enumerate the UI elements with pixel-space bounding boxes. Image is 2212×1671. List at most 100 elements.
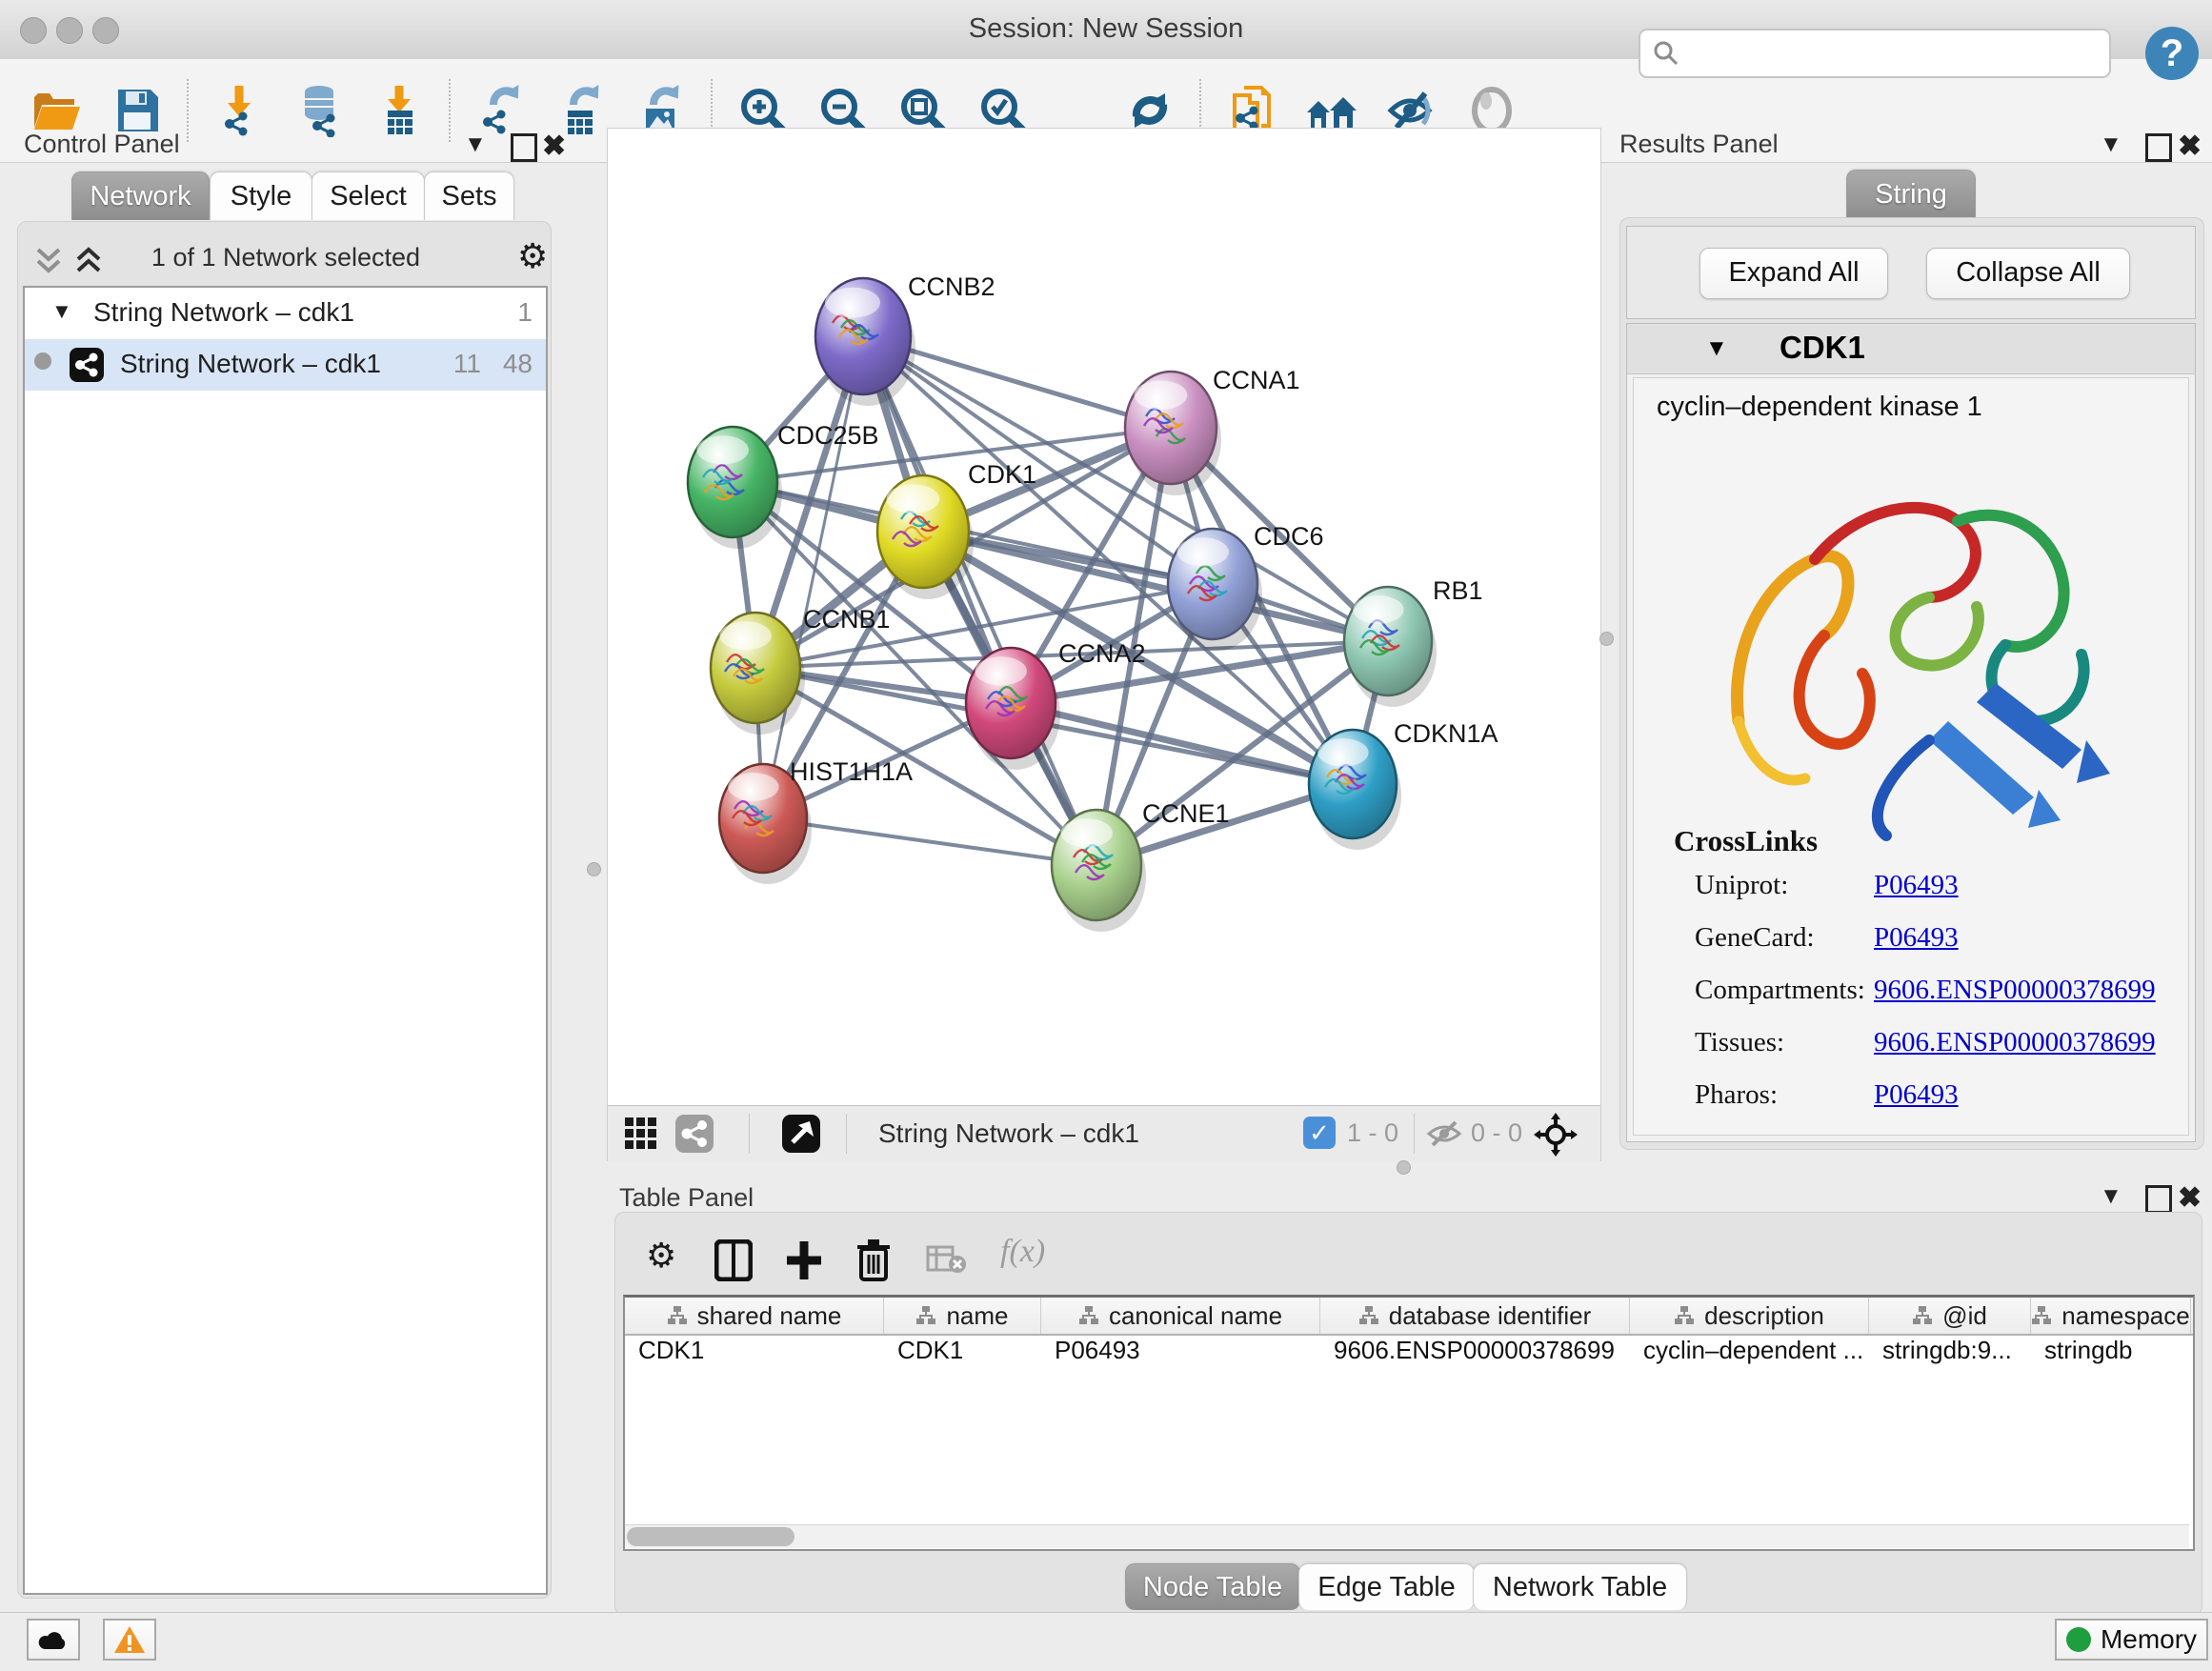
table-cell[interactable]: CDK1: [625, 1336, 884, 1365]
results-panel-close-icon[interactable]: ✖: [2178, 130, 2202, 163]
column-type-icon: [2031, 1305, 2052, 1326]
crosslinks-title: CrossLinks: [1674, 824, 1818, 858]
result-entry-header[interactable]: ▼ CDK1: [1627, 324, 2195, 374]
network-node-CDK1[interactable]: [877, 475, 974, 599]
delete-table-icon[interactable]: [926, 1245, 968, 1276]
column-header-id[interactable]: @id: [1869, 1298, 2031, 1334]
table-hscrollbar[interactable]: [625, 1524, 2189, 1548]
table-options-gear-icon[interactable]: ⚙: [646, 1236, 676, 1276]
table-cell[interactable]: cyclin–dependent ...: [1630, 1336, 1869, 1365]
network-canvas[interactable]: CCNB2CCNA1CDC25BCDK1CDC6RB1CCNB1CCNA2CDK…: [607, 128, 1601, 1161]
network-node-CDKN1A[interactable]: [1309, 730, 1401, 850]
crosslink-link[interactable]: 9606.ENSP00000378699: [1874, 975, 2156, 1006]
control-panel-close-icon[interactable]: ✖: [542, 130, 566, 163]
results-panel-collapse-icon[interactable]: ▼: [2100, 131, 2122, 158]
column-header-namespace[interactable]: namespace: [2031, 1298, 2191, 1334]
birdseye-grid-icon[interactable]: [623, 1116, 659, 1152]
column-header-name[interactable]: name: [884, 1298, 1041, 1334]
control-panel-float-icon[interactable]: [511, 133, 537, 167]
node-label-RB1: RB1: [1433, 576, 1483, 605]
tab-network-table[interactable]: Network Table: [1473, 1563, 1687, 1610]
network-collection-row[interactable]: ▼ String Network – cdk1 1: [25, 288, 546, 339]
warning-icon: [113, 1625, 146, 1654]
network-share-icon[interactable]: [674, 1114, 714, 1154]
table-cell[interactable]: CDK1: [884, 1336, 1041, 1365]
table-cell[interactable]: stringdb:9...: [1869, 1336, 2031, 1365]
tab-style[interactable]: Style: [210, 171, 312, 220]
network-options-gear-icon[interactable]: ⚙: [517, 236, 548, 276]
cloud-status-button[interactable]: [27, 1619, 80, 1661]
import-network-button[interactable]: [210, 81, 269, 140]
tab-sets[interactable]: Sets: [424, 171, 514, 220]
expand-all-networks-icon[interactable]: [72, 242, 105, 278]
right-splitter-handle[interactable]: [1599, 632, 1614, 646]
crosslink-link[interactable]: P06493: [1874, 922, 1959, 954]
collection-expand-icon[interactable]: ▼: [51, 299, 72, 324]
cloud-icon: [37, 1628, 70, 1651]
search-input[interactable]: [1680, 38, 2084, 70]
network-view-toolbar: String Network – cdk1 ✓ 1 - 0 0 - 0: [608, 1105, 1600, 1161]
crosslink-link[interactable]: 9606.ENSP00000378699: [1874, 1027, 2156, 1058]
network-row-selected[interactable]: String Network – cdk1 11 48: [25, 339, 546, 391]
import-database-icon: [292, 84, 346, 137]
entry-collapse-icon[interactable]: ▼: [1705, 335, 1728, 362]
table-cell[interactable]: stringdb: [2031, 1336, 2191, 1365]
results-panel-float-icon[interactable]: [2145, 133, 2172, 167]
crosslink-link[interactable]: P06493: [1874, 1079, 1959, 1111]
import-database-button[interactable]: [290, 81, 349, 140]
import-table-button[interactable]: [370, 81, 429, 140]
column-header-sharedname[interactable]: shared name: [625, 1298, 884, 1334]
table-panel-title: Table Panel: [619, 1183, 754, 1213]
table-panel-close-icon[interactable]: ✖: [2178, 1181, 2202, 1215]
search-box[interactable]: [1639, 29, 2111, 78]
hidden-eye-icon[interactable]: [1425, 1118, 1463, 1149]
collapse-all-networks-icon[interactable]: [32, 242, 65, 278]
node-label-CDC25B: CDC25B: [777, 421, 879, 450]
node-label-CCNB1: CCNB1: [803, 605, 891, 634]
memory-button[interactable]: Memory: [2055, 1619, 2208, 1661]
pan-crosshair-icon[interactable]: [1534, 1113, 1578, 1157]
node-label-HIST1H1A: HIST1H1A: [790, 757, 913, 786]
tab-node-table[interactable]: Node Table: [1125, 1563, 1300, 1610]
control-panel-title: Control Panel: [24, 130, 180, 159]
crosslink-row: Pharos:P06493: [1695, 1079, 2171, 1111]
column-header-databaseidentifier[interactable]: database identifier: [1320, 1298, 1630, 1334]
network-node-CCNA2[interactable]: [966, 648, 1060, 770]
control-panel-collapse-icon[interactable]: ▼: [464, 131, 487, 158]
network-node-CCNB2[interactable]: [815, 278, 915, 406]
delete-column-icon[interactable]: [855, 1238, 892, 1281]
column-header-canonicalname[interactable]: canonical name: [1041, 1298, 1320, 1334]
warnings-button[interactable]: [103, 1619, 156, 1661]
crosslink-link[interactable]: P06493: [1874, 870, 1959, 901]
tab-select[interactable]: Select: [312, 171, 425, 220]
left-splitter-handle[interactable]: [587, 862, 601, 876]
function-builder-icon[interactable]: f(x): [1000, 1234, 1045, 1270]
add-column-icon[interactable]: [785, 1239, 823, 1281]
table-panel-collapse-icon[interactable]: ▼: [2100, 1183, 2122, 1210]
tab-edge-table[interactable]: Edge Table: [1298, 1563, 1475, 1610]
help-button[interactable]: ?: [2145, 27, 2199, 80]
network-node-CDC6[interactable]: [1168, 529, 1262, 651]
network-node-RB1[interactable]: [1344, 587, 1437, 707]
horizontal-splitter-handle[interactable]: [1397, 1160, 1411, 1175]
network-node-CCNE1[interactable]: [1052, 810, 1146, 932]
entry-name: CDK1: [1780, 330, 1865, 366]
column-header-description[interactable]: description: [1630, 1298, 1869, 1334]
network-current-dot: [34, 352, 51, 370]
crosslink-row: Uniprot:P06493: [1695, 870, 2171, 901]
selected-checkbox[interactable]: ✓: [1303, 1117, 1336, 1149]
tab-network[interactable]: Network: [71, 171, 210, 220]
table-hscrollbar-thumb[interactable]: [627, 1527, 794, 1546]
tab-string[interactable]: String: [1846, 170, 1976, 218]
collapse-all-button[interactable]: Collapse All: [1926, 248, 2130, 299]
crosslink-row: Tissues:9606.ENSP00000378699: [1695, 1027, 2171, 1058]
open-in-window-icon[interactable]: [781, 1114, 821, 1154]
network-node-CCNB1[interactable]: [711, 613, 805, 735]
expand-all-button[interactable]: Expand All: [1699, 248, 1888, 299]
network-graph[interactable]: CCNB2CCNA1CDC25BCDK1CDC6RB1CCNB1CCNA2CDK…: [608, 129, 1600, 1105]
table-cell[interactable]: P06493: [1041, 1336, 1320, 1365]
show-columns-icon[interactable]: [714, 1239, 753, 1281]
table-cell[interactable]: 9606.ENSP00000378699: [1320, 1336, 1630, 1365]
table-row[interactable]: CDK1CDK1P064939606.ENSP00000378699cyclin…: [625, 1336, 2191, 1365]
entry-detail-box: cyclin–dependent kinase 1: [1633, 377, 2189, 1136]
